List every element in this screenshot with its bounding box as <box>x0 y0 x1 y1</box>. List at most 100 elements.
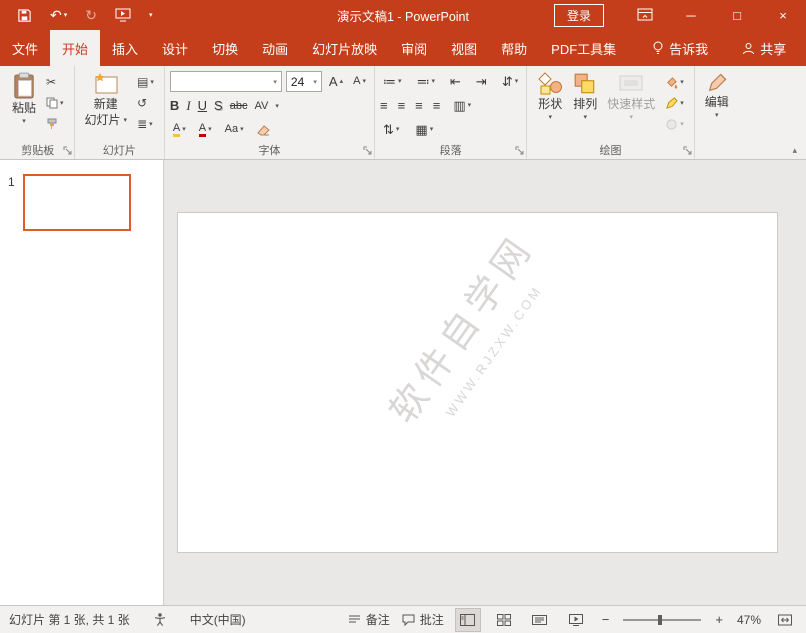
increase-indent-button[interactable]: ⇥ <box>473 74 490 90</box>
change-case-button[interactable]: Aa ▾ <box>222 122 247 138</box>
convert-smartart-button[interactable]: ▦ ▾ <box>412 122 436 138</box>
collapse-ribbon-button[interactable]: ▴ <box>792 145 797 156</box>
decrease-font-button[interactable]: A ▾ <box>350 74 369 90</box>
minimize-button[interactable]: ─ <box>668 0 714 30</box>
zoom-level[interactable]: 47% <box>737 613 761 627</box>
bold-button[interactable]: B <box>170 98 179 113</box>
redo-button[interactable]: ↻ <box>76 0 106 30</box>
normal-view-button[interactable] <box>454 607 481 632</box>
start-slideshow-button[interactable] <box>106 0 140 30</box>
align-right-button[interactable]: ≡ <box>415 98 423 113</box>
font-size-value: 24 <box>290 74 305 89</box>
italic-button[interactable]: I <box>186 98 190 114</box>
scissors-icon: ✂ <box>46 75 57 89</box>
font-size-combo[interactable]: 24 ▾ <box>285 71 322 92</box>
ribbon-display-options-button[interactable] <box>622 0 668 30</box>
slide-1-thumbnail[interactable] <box>22 174 131 231</box>
paragraph-dialog-launcher[interactable] <box>515 146 524 155</box>
close-button[interactable]: × <box>760 0 806 30</box>
section-button[interactable]: ≣ ▾ <box>134 116 157 132</box>
decrease-indent-button[interactable]: ⇤ <box>447 74 464 90</box>
slideshow-view-button[interactable] <box>564 609 588 631</box>
zoom-slider-thumb[interactable] <box>658 614 663 625</box>
bullets-button[interactable]: ≔ ▾ <box>380 74 405 90</box>
reading-view-button[interactable] <box>528 609 552 631</box>
tab-slideshow[interactable]: 幻灯片放映 <box>300 30 389 66</box>
slide-number: 1 <box>8 175 15 189</box>
share-button[interactable]: 共享 <box>732 30 796 66</box>
lightbulb-icon <box>652 41 664 56</box>
font-name-combo[interactable]: ▾ <box>169 71 282 92</box>
status-bar: 幻灯片 第 1 张, 共 1 张 中文(中国) 备注 批注 − + 47% <box>0 605 806 633</box>
text-direction-button[interactable]: ⇵ ▾ <box>499 74 521 90</box>
format-painter-button[interactable] <box>43 116 67 132</box>
new-slide-button[interactable]: 新建 幻灯片 ▾ <box>80 69 133 131</box>
editing-group: 编辑 ▾ <box>695 66 739 159</box>
zoom-in-button[interactable]: + <box>713 612 725 627</box>
copy-button[interactable]: ▾ <box>43 95 67 111</box>
tab-animations[interactable]: 动画 <box>250 30 300 66</box>
tab-help[interactable]: 帮助 <box>489 30 539 66</box>
zoom-out-button[interactable]: − <box>600 612 612 627</box>
slide-canvas[interactable]: 软件自学网 WWW.RJZXW.COM <box>177 212 778 553</box>
justify-button[interactable]: ≡ <box>433 98 441 113</box>
tell-me-button[interactable]: 告诉我 <box>642 30 718 66</box>
drawing-dialog-launcher[interactable] <box>683 146 692 155</box>
underline-button[interactable]: U <box>198 98 207 113</box>
align-left-button[interactable]: ≡ <box>380 98 388 113</box>
highlight-color-button[interactable]: A ▾ <box>170 122 189 138</box>
watermark: 软件自学网 WWW.RJZXW.COM <box>259 213 677 542</box>
cut-button[interactable]: ✂ <box>43 74 67 90</box>
line-spacing-button[interactable]: ⇅ ▾ <box>380 122 402 138</box>
slide-counter[interactable]: 幻灯片 第 1 张, 共 1 张 <box>9 611 130 628</box>
sign-in-button[interactable]: 登录 <box>553 3 604 27</box>
columns-button[interactable]: ▥ ▾ <box>450 98 474 114</box>
smartart-icon: ▦ <box>415 122 428 137</box>
title-bar: ↶ ▾ ↻ ▾ 演示文稿1 - PowerPoint 登录 ─ □ × <box>0 0 806 30</box>
tab-transitions[interactable]: 切换 <box>200 30 250 66</box>
edit-button[interactable]: 编辑 ▾ <box>700 69 734 123</box>
numbering-button[interactable]: ≕ ▾ <box>413 74 438 90</box>
language-indicator[interactable]: 中文(中国) <box>190 611 246 628</box>
save-button[interactable] <box>8 0 41 30</box>
grow-font-icon: A <box>328 74 338 89</box>
accessibility-checker-button[interactable] <box>154 613 166 626</box>
clipboard-dialog-launcher[interactable] <box>63 146 72 155</box>
tab-view[interactable]: 视图 <box>439 30 489 66</box>
character-spacing-button[interactable]: AV <box>254 100 268 112</box>
slide-sorter-icon <box>496 613 511 626</box>
tell-me-label: 告诉我 <box>669 41 709 57</box>
font-color-button[interactable]: A ▾ <box>196 122 215 138</box>
shapes-button[interactable]: 形状 ▾ <box>532 69 568 125</box>
reset-slide-button[interactable]: ↺ <box>134 95 157 111</box>
align-center-button[interactable]: ≡ <box>398 98 406 113</box>
tab-pdf-tools[interactable]: PDF工具集 <box>539 30 628 66</box>
slide-layout-button[interactable]: ▤ ▾ <box>134 74 157 90</box>
zoom-slider[interactable] <box>623 614 702 625</box>
shapes-dropdown-icon: ▾ <box>548 113 552 121</box>
tab-home[interactable]: 开始 <box>50 30 101 66</box>
customize-qat-button[interactable]: ▾ <box>140 0 162 30</box>
text-shadow-button[interactable]: S <box>214 98 223 113</box>
tab-design[interactable]: 设计 <box>150 30 200 66</box>
editing-canvas: 软件自学网 WWW.RJZXW.COM <box>164 160 806 605</box>
tab-review[interactable]: 审阅 <box>389 30 439 66</box>
shape-outline-button[interactable]: ▾ <box>662 95 687 111</box>
paste-button[interactable]: 粘贴 ▾ <box>7 69 41 129</box>
shape-fill-button[interactable]: ▾ <box>662 74 687 90</box>
person-icon <box>742 42 755 55</box>
notes-button[interactable]: 备注 <box>348 611 390 628</box>
slide-sorter-view-button[interactable] <box>492 609 516 631</box>
maximize-button[interactable]: □ <box>714 0 760 30</box>
undo-button[interactable]: ↶ ▾ <box>41 0 76 30</box>
arrange-button[interactable]: 排列 ▾ <box>568 69 602 125</box>
fit-to-window-button[interactable] <box>773 609 797 631</box>
strikethrough-button[interactable]: abc <box>230 100 248 112</box>
comments-button[interactable]: 批注 <box>402 611 444 628</box>
font-dialog-launcher[interactable] <box>363 146 372 155</box>
increase-font-button[interactable]: A ▴ <box>326 74 346 90</box>
tab-file[interactable]: 文件 <box>0 30 50 66</box>
tab-insert[interactable]: 插入 <box>100 30 150 66</box>
arrange-label: 排列 <box>573 97 598 111</box>
clear-formatting-button[interactable] <box>254 122 273 138</box>
